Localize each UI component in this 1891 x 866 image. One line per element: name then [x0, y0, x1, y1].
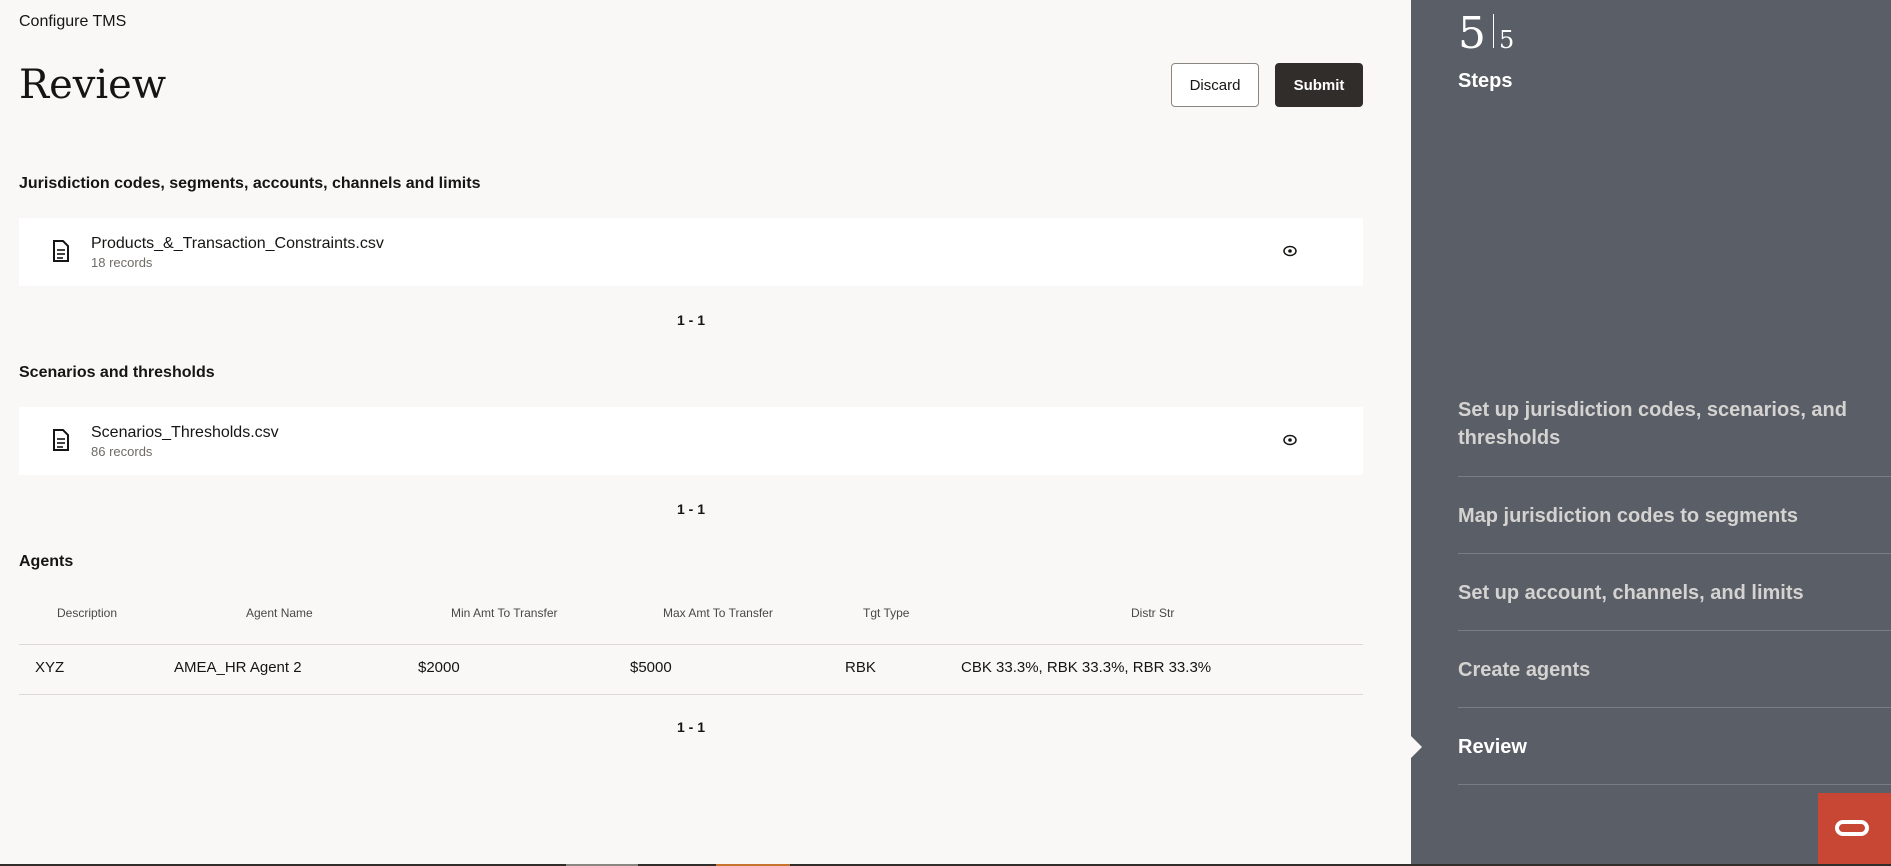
- file-card: Products_&_Transaction_Constraints.csv 1…: [19, 218, 1363, 286]
- eye-icon[interactable]: [1283, 434, 1297, 446]
- step-review[interactable]: Review: [1458, 733, 1891, 785]
- column-header-tgt-type[interactable]: Tgt Type: [863, 606, 909, 620]
- step-create-agents[interactable]: Create agents: [1458, 656, 1891, 708]
- cell-max-amt: $5000: [630, 659, 672, 676]
- file-record-count: 86 records: [91, 444, 153, 459]
- column-header-min-amt[interactable]: Min Amt To Transfer: [451, 606, 557, 620]
- main-content: Configure TMS Review Discard Submit Juri…: [0, 0, 1411, 864]
- oracle-assistant-button[interactable]: [1818, 793, 1891, 866]
- step-label: Create agents: [1458, 659, 1591, 681]
- cell-distr-str: CBK 33.3%, RBK 33.3%, RBR 33.3%: [961, 659, 1212, 676]
- section-title-scenarios: Scenarios and thresholds: [19, 364, 215, 381]
- pagination-range: 1 - 1: [677, 719, 706, 735]
- step-label: Set up account, channels, and limits: [1458, 582, 1804, 604]
- file-name[interactable]: Products_&_Transaction_Constraints.csv: [91, 235, 384, 253]
- column-header-distr-str[interactable]: Distr Str: [1131, 606, 1174, 620]
- current-step-indicator: [1411, 736, 1422, 758]
- step-label: Review: [1458, 736, 1527, 758]
- cell-description: XYZ: [35, 659, 65, 676]
- submit-button[interactable]: Submit: [1275, 63, 1363, 107]
- table-row[interactable]: XYZ AMEA_HR Agent 2 $2000 $5000 RBK CBK …: [19, 645, 1363, 695]
- document-icon: [53, 429, 69, 451]
- step-label: Map jurisdiction codes to segments: [1458, 505, 1799, 527]
- cell-tgt-type: RBK: [845, 659, 876, 676]
- column-header-description[interactable]: Description: [57, 606, 117, 620]
- file-name[interactable]: Scenarios_Thresholds.csv: [91, 424, 279, 442]
- steps-label: Steps: [1458, 70, 1513, 92]
- breadcrumb[interactable]: Configure TMS: [19, 13, 126, 31]
- column-header-max-amt[interactable]: Max Amt To Transfer: [663, 606, 773, 620]
- step-label: Set up jurisdiction codes, scenarios, an…: [1458, 399, 1847, 449]
- section-title-jurisdiction: Jurisdiction codes, segments, accounts, …: [19, 175, 481, 192]
- step-divider: [1493, 14, 1494, 48]
- current-step-number: 5: [1458, 8, 1486, 59]
- table-header: Description Agent Name Min Amt To Transf…: [19, 606, 1363, 645]
- document-icon: [53, 240, 69, 262]
- step-setup-jurisdiction[interactable]: Set up jurisdiction codes, scenarios, an…: [1458, 396, 1891, 477]
- pagination-range: 1 - 1: [677, 501, 706, 517]
- oracle-logo-icon: [1835, 820, 1869, 836]
- steps-sidebar: 5 5 Steps Set up jurisdiction codes, sce…: [1411, 0, 1891, 864]
- cell-agent-name: AMEA_HR Agent 2: [174, 659, 302, 676]
- eye-icon[interactable]: [1283, 245, 1297, 257]
- total-steps-number: 5: [1499, 26, 1515, 54]
- file-card: Scenarios_Thresholds.csv 86 records: [19, 407, 1363, 475]
- cell-min-amt: $2000: [418, 659, 460, 676]
- agents-table: Description Agent Name Min Amt To Transf…: [19, 606, 1363, 695]
- section-title-agents: Agents: [19, 553, 74, 570]
- file-record-count: 18 records: [91, 255, 153, 270]
- step-map-jurisdiction[interactable]: Map jurisdiction codes to segments: [1458, 502, 1891, 554]
- pagination-range: 1 - 1: [677, 312, 706, 328]
- page-title: Review: [19, 62, 167, 108]
- discard-button[interactable]: Discard: [1171, 63, 1259, 107]
- step-setup-account[interactable]: Set up account, channels, and limits: [1458, 579, 1891, 631]
- column-header-agent-name[interactable]: Agent Name: [246, 606, 313, 620]
